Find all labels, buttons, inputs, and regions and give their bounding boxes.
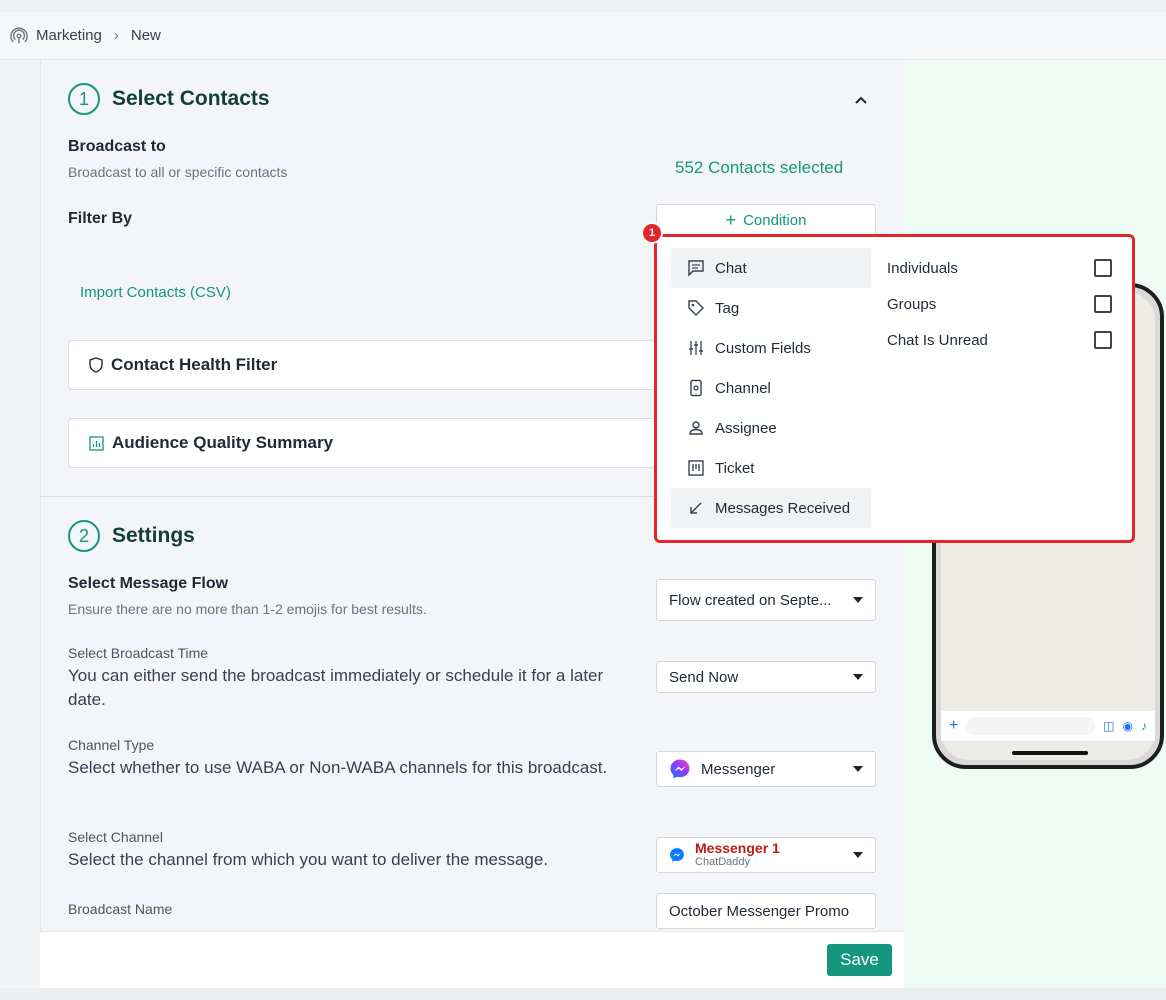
messenger-icon — [670, 759, 690, 779]
section-title: Settings — [112, 524, 195, 547]
chevron-up-icon[interactable] — [853, 93, 869, 107]
contact-health-filter-card[interactable]: Contact Health Filter — [68, 340, 668, 390]
channel-icon — [690, 379, 702, 397]
select-channel-label: Select Channel — [68, 829, 163, 845]
category-label: Ticket — [715, 459, 755, 477]
add-condition-button[interactable]: + Condition — [656, 204, 876, 236]
option-groups-checkbox[interactable] — [1094, 295, 1112, 313]
chart-icon — [89, 435, 104, 451]
messenger-icon — [670, 848, 684, 862]
channel-select-content: Messenger 1 ChatDaddy — [695, 841, 845, 869]
shield-icon — [89, 357, 103, 373]
channel-type-select[interactable]: Messenger — [656, 751, 876, 787]
microphone-icon: ♪ — [1141, 719, 1147, 733]
message-flow-label: Select Message Flow — [68, 575, 229, 592]
message-flow-description: Ensure there are no more than 1-2 emojis… — [68, 601, 427, 617]
broadcast-name-value: October Messenger Promo — [669, 902, 850, 920]
sticker-icon: ◫ — [1103, 719, 1115, 733]
category-label: Tag — [715, 299, 740, 317]
home-indicator — [1012, 751, 1088, 755]
caret-down-icon — [853, 674, 863, 680]
caret-down-icon — [853, 852, 863, 858]
import-contacts-link[interactable]: Import Contacts (CSV) — [80, 284, 231, 301]
condition-category-ticket[interactable]: Ticket — [671, 448, 871, 488]
channel-select[interactable]: Messenger 1 ChatDaddy — [656, 837, 876, 873]
condition-category-assignee[interactable]: Assignee — [671, 408, 871, 448]
option-individuals-checkbox[interactable] — [1094, 259, 1112, 277]
camera-icon: ◉ — [1122, 719, 1133, 733]
condition-category-messages-received[interactable]: Messages Received — [671, 488, 871, 528]
section-title: Select Contacts — [112, 87, 270, 110]
message-flow-select[interactable]: Flow created on Septe... — [656, 579, 876, 621]
broadcast-to-label: Broadcast to — [68, 138, 166, 155]
condition-category-chat[interactable]: Chat — [671, 248, 871, 288]
broadcast-time-select[interactable]: Send Now — [656, 661, 876, 693]
add-condition-label: Condition — [743, 211, 807, 229]
channel-name: Messenger 1 — [695, 841, 780, 856]
broadcast-icon — [10, 26, 28, 43]
select-channel-description: Select the channel from which you want t… — [68, 850, 549, 869]
step-number: 1 — [68, 83, 100, 115]
sliders-icon — [689, 341, 703, 355]
message-flow-value: Flow created on Septe... — [669, 591, 832, 609]
save-button[interactable]: Save — [827, 944, 892, 976]
chevron-right-icon: › — [113, 27, 119, 44]
plus-icon: + — [949, 717, 959, 734]
audience-quality-summary-label: Audience Quality Summary — [112, 433, 334, 452]
broadcast-time-description: You can either send the broadcast immedi… — [68, 666, 604, 709]
condition-category-custom-fields[interactable]: Custom Fields — [671, 328, 871, 368]
section-select-contacts-header[interactable]: 1 Select Contacts — [68, 83, 270, 115]
left-gutter — [0, 60, 40, 1000]
broadcast-name-label: Broadcast Name — [68, 901, 173, 917]
category-label: Messages Received — [715, 499, 851, 517]
annotation-badge: 1 — [641, 222, 663, 244]
broadcast-time-label: Select Broadcast Time — [68, 645, 209, 661]
condition-category-channel[interactable]: Channel — [671, 368, 871, 408]
bottom-strip — [0, 988, 1166, 1000]
category-label: Assignee — [715, 419, 777, 437]
option-chat-unread-checkbox[interactable] — [1094, 331, 1112, 349]
phone-message-field — [966, 717, 1096, 735]
person-icon — [689, 421, 703, 435]
channel-type-description: Select whether to use WABA or Non-WABA c… — [68, 758, 608, 777]
channel-org: ChatDaddy — [695, 856, 751, 868]
condition-dropdown: Chat Tag Custom Fields Channel Assignee … — [654, 234, 1135, 543]
option-individuals-label: Individuals — [887, 260, 958, 277]
arrow-down-left-icon — [690, 502, 702, 514]
channel-type-label: Channel Type — [68, 737, 155, 753]
contacts-selected-count[interactable]: 552 Contacts selected — [675, 158, 843, 178]
category-label: Chat — [715, 259, 747, 277]
category-label: Custom Fields — [715, 339, 811, 357]
breadcrumb-root[interactable]: Marketing — [36, 27, 102, 44]
audience-quality-summary-card[interactable]: Audience Quality Summary — [68, 418, 668, 468]
breadcrumb-current: New — [130, 27, 161, 44]
ticket-icon — [688, 460, 704, 476]
broadcast-to-description: Broadcast to all or specific contacts — [68, 164, 288, 180]
breadcrumb: Marketing › New — [0, 12, 1166, 60]
caret-down-icon — [853, 766, 863, 772]
channel-type-value: Messenger — [701, 760, 776, 778]
tag-icon — [688, 300, 704, 316]
phone-side-button — [1160, 427, 1164, 467]
plus-icon: + — [725, 209, 737, 230]
filter-by-label: Filter By — [68, 210, 133, 227]
category-label: Channel — [715, 379, 771, 397]
contact-health-filter-label: Contact Health Filter — [111, 355, 278, 374]
step-number: 2 — [68, 520, 100, 552]
condition-category-tag[interactable]: Tag — [671, 288, 871, 328]
option-chat-unread-label: Chat Is Unread — [887, 332, 988, 349]
section-settings-header: 2 Settings — [68, 520, 195, 552]
caret-down-icon — [853, 597, 863, 603]
option-groups-label: Groups — [887, 296, 937, 313]
broadcast-time-value: Send Now — [669, 668, 739, 686]
phone-input-bar: + ◫ ◉ ♪ — [941, 711, 1155, 741]
form-footer — [40, 931, 904, 988]
chat-icon — [688, 260, 704, 277]
broadcast-name-input[interactable]: October Messenger Promo — [656, 893, 876, 929]
